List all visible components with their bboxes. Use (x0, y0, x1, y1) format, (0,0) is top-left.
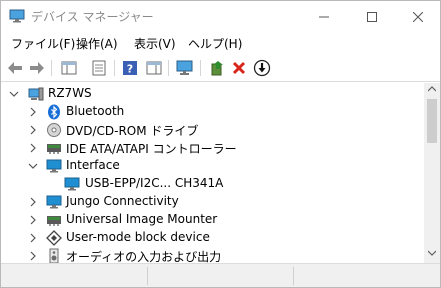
tree-item-label: オーディオの入力および出力 (66, 250, 222, 263)
disable-device-button[interactable] (252, 58, 272, 78)
chevron-right-icon[interactable] (28, 215, 38, 225)
tree-root-label: RZ7WS (48, 86, 92, 100)
tree-item-label: User-mode block device (66, 230, 210, 244)
update-driver-icon (211, 61, 223, 76)
chevron-down-icon[interactable] (9, 89, 19, 99)
scroll-down-icon[interactable] (428, 250, 436, 256)
action-pane-button[interactable] (144, 58, 164, 78)
chevron-right-icon[interactable] (28, 233, 38, 243)
menu-action[interactable]: 操作(A) (76, 35, 118, 52)
audio-icon (49, 248, 59, 263)
device-manager-window: デバイス マネージャー ファイル(F) 操作(A) 表示(V) ヘルプ(H) ?… (0, 0, 441, 288)
forward-arrow-icon (30, 62, 44, 74)
status-bar-divider (147, 267, 148, 285)
ide-controller-icon (47, 144, 61, 154)
tree-item-label: USB-EPP/I2C... CH341A (85, 176, 224, 190)
title-bar: デバイス マネージャー (1, 1, 440, 32)
tree-item-universal-image-mounter[interactable]: Universal Image Mounter (1, 211, 424, 229)
update-driver-button[interactable] (207, 58, 227, 78)
tree-item-label: Universal Image Mounter (66, 212, 218, 226)
show-hide-console-tree-icon (61, 61, 77, 75)
menu-file[interactable]: ファイル(F) (11, 35, 75, 52)
toolbar-separator (114, 60, 115, 76)
back-arrow-icon (8, 62, 22, 74)
svg-text:?: ? (127, 63, 133, 76)
menu-view[interactable]: 表示(V) (134, 35, 176, 52)
help-button[interactable]: ? (120, 58, 140, 78)
tree-item-usb-epp-i2c-ch341a[interactable]: USB-EPP/I2C... CH341A (1, 175, 424, 193)
console-tree-button[interactable] (59, 58, 79, 78)
uninstall-device-icon (232, 61, 246, 75)
device-tree: RZ7WS Bluetooth DVD/CD-ROM ドライブ IDE ATA/… (1, 83, 424, 263)
scroll-up-icon[interactable] (428, 86, 436, 92)
close-icon (413, 11, 423, 22)
tree-item-label: Interface (66, 158, 120, 172)
chevron-right-icon[interactable] (28, 251, 38, 261)
toolbar-separator (51, 60, 52, 76)
maximize-button[interactable] (349, 1, 395, 32)
computer-icon (28, 87, 44, 101)
tree-item-jungo[interactable]: Jungo Connectivity (1, 193, 424, 211)
status-bar-divider (293, 267, 294, 285)
uninstall-device-button[interactable] (229, 58, 249, 78)
properties-button[interactable] (89, 58, 109, 78)
chevron-right-icon[interactable] (28, 143, 38, 153)
monitor-icon (64, 177, 80, 191)
forward-button[interactable] (27, 58, 47, 78)
chevron-down-icon[interactable] (28, 161, 38, 171)
scan-hardware-button[interactable] (175, 58, 195, 78)
tree-item-dvd[interactable]: DVD/CD-ROM ドライブ (1, 121, 424, 139)
vertical-scrollbar[interactable] (424, 83, 440, 263)
action-pane-icon (146, 61, 162, 75)
dvd-drive-icon (47, 123, 61, 137)
tree-item-user-mode-block-device[interactable]: User-mode block device (1, 229, 424, 247)
tree-item-label: Jungo Connectivity (66, 194, 179, 208)
tree-item-ide[interactable]: IDE ATA/ATAPI コントローラー (1, 139, 424, 157)
tree-item-interface[interactable]: Interface (1, 157, 424, 175)
toolbar-separator (168, 60, 169, 76)
toolbar-separator (200, 60, 201, 76)
chevron-right-icon[interactable] (28, 107, 38, 117)
help-icon: ? (123, 61, 137, 76)
menu-help[interactable]: ヘルプ(H) (188, 35, 242, 52)
tree-item-label: Bluetooth (66, 104, 125, 118)
bluetooth-icon (48, 104, 60, 120)
storage-controller-icon (47, 216, 61, 226)
tree-item-label: IDE ATA/ATAPI コントローラー (66, 142, 237, 156)
monitor-icon (46, 159, 62, 173)
window-title: デバイス マネージャー (31, 10, 154, 24)
menu-bar: ファイル(F) 操作(A) 表示(V) ヘルプ(H) (1, 32, 440, 54)
tree-item-label: DVD/CD-ROM ドライブ (66, 124, 199, 138)
block-device-icon (46, 230, 62, 246)
toolbar: ? (1, 54, 440, 82)
tree-root[interactable]: RZ7WS (1, 85, 424, 103)
properties-icon (92, 60, 106, 76)
tree-item-audio-io[interactable]: オーディオの入力および出力 (1, 247, 424, 263)
back-button[interactable] (5, 58, 25, 78)
tree-item-bluetooth[interactable]: Bluetooth (1, 103, 424, 121)
scan-hardware-icon (176, 60, 193, 75)
minimize-button[interactable] (301, 1, 347, 32)
close-button[interactable] (395, 1, 440, 32)
status-bar (1, 263, 440, 287)
chevron-right-icon[interactable] (28, 197, 38, 207)
monitor-icon (46, 195, 62, 209)
device-manager-app-icon (9, 9, 25, 23)
minimize-icon (319, 16, 329, 17)
maximize-icon (367, 11, 377, 22)
scrollbar-thumb[interactable] (427, 99, 437, 143)
chevron-right-icon[interactable] (28, 125, 38, 135)
disable-device-icon (253, 59, 271, 77)
